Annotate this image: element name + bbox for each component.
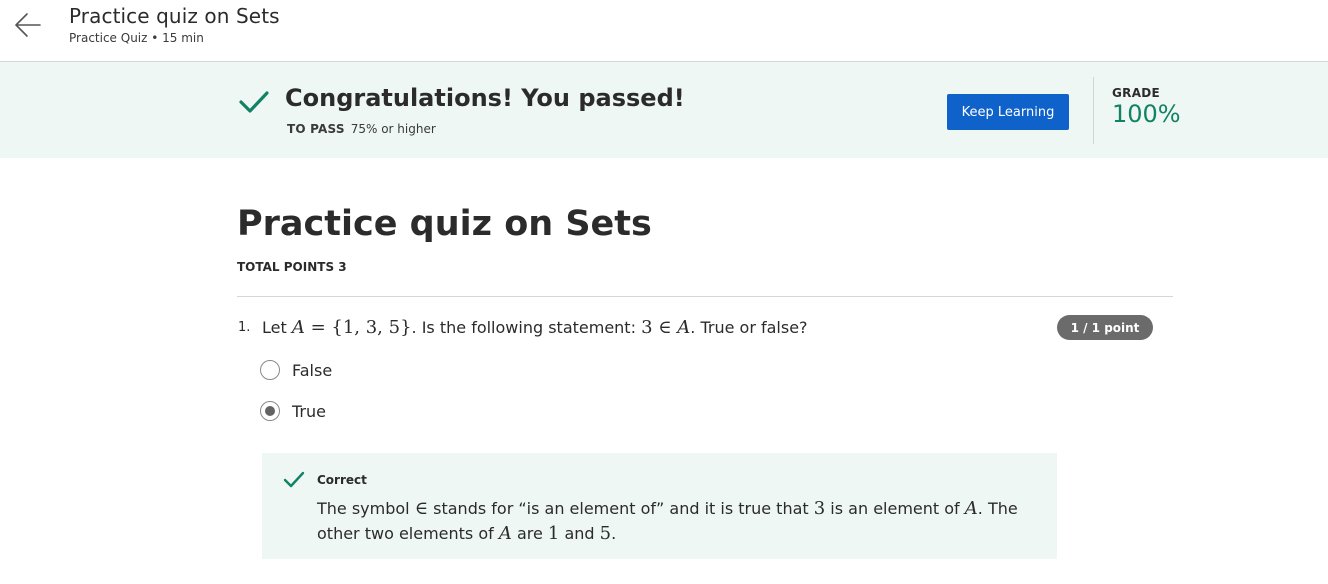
feedback-text-part: . (611, 524, 617, 543)
divider (1093, 77, 1094, 144)
math-variable: A (964, 498, 978, 519)
top-header: Practice quiz on Sets Practice Quiz • 15… (0, 0, 1328, 62)
grade-label: GRADE (1112, 86, 1161, 100)
option-label: True (292, 401, 326, 421)
feedback-box: Correct The symbol ∈ stands for “is an e… (262, 453, 1057, 559)
question-text: Let A = {1, 3, 5}. Is the following stat… (262, 317, 808, 338)
back-button[interactable] (13, 11, 43, 39)
math-operator: = (304, 317, 332, 338)
math-variable: A (677, 317, 691, 338)
header-subtitle: Practice Quiz • 15 min (69, 31, 204, 45)
math-number: 5 (599, 523, 612, 544)
question-text-part: Let (262, 318, 292, 337)
grade-value: 100% (1112, 100, 1181, 128)
pass-value: 75% or higher (350, 122, 436, 136)
question-text-part: . Is the following statement: (411, 318, 642, 337)
arrow-left-icon (15, 13, 41, 37)
total-points: TOTAL POINTS 3 (237, 260, 347, 274)
result-banner: Congratulations! You passed! TO PASS 75% … (0, 62, 1328, 158)
feedback-text-part: and (559, 524, 600, 543)
radio-button[interactable] (260, 360, 280, 380)
feedback-text: The symbol ∈ stands for “is an element o… (317, 496, 1042, 546)
math-operator: ∈ (652, 317, 678, 338)
math-variable: A (498, 523, 512, 544)
feedback-text-part: stands for “is an element of” and it is … (428, 499, 814, 518)
header-title: Practice quiz on Sets (69, 4, 280, 28)
feedback-text-part: The symbol (317, 499, 415, 518)
pass-requirement: TO PASS 75% or higher (287, 122, 436, 136)
math-number: 1 (547, 523, 560, 544)
option-label: False (292, 360, 333, 380)
radio-button-selected[interactable] (260, 401, 280, 421)
math-number: 3 (641, 317, 653, 338)
check-icon (239, 91, 269, 113)
math-set: {1, 3, 5} (331, 317, 412, 338)
pass-label: TO PASS (287, 122, 345, 136)
option-false[interactable]: False (260, 358, 332, 382)
feedback-title: Correct (317, 473, 367, 487)
math-operator: ∈ (414, 498, 429, 519)
option-true[interactable]: True (260, 399, 326, 423)
question-number: 1. (238, 320, 251, 335)
page-title: Practice quiz on Sets (237, 204, 652, 244)
math-symbol: A = {1, 3, 5} (292, 317, 412, 338)
result-title: Congratulations! You passed! (285, 84, 685, 112)
feedback-text-part: are (511, 524, 548, 543)
divider (237, 296, 1173, 297)
feedback-text-part: is an element of (825, 499, 965, 518)
math-expression: 3 ∈ A (641, 317, 690, 338)
keep-learning-button[interactable]: Keep Learning (947, 94, 1069, 130)
check-icon (283, 471, 305, 488)
math-variable: A (291, 317, 305, 338)
question-text-part: . True or false? (690, 318, 808, 337)
math-number: 3 (813, 498, 826, 519)
points-badge: 1 / 1 point (1057, 315, 1153, 340)
